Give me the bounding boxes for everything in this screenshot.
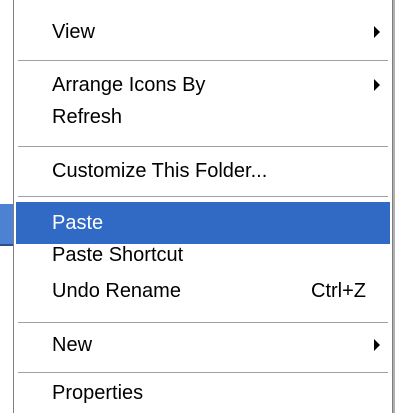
background-selected-item [0,204,14,244]
menu-item-label: Undo Rename [52,280,181,302]
menu-item-undo-rename[interactable]: Undo Rename Ctrl+Z [16,270,390,312]
menu-item-label: Refresh [52,106,123,128]
context-menu: View Arrange Icons By Refresh Customize … [13,0,393,413]
submenu-arrow-icon [374,339,380,351]
menu-item-shortcut: Ctrl+Z [311,280,366,302]
menu-item-label: New [52,334,93,356]
menu-item-label: View [52,21,95,43]
submenu-arrow-icon [374,79,380,91]
menu-separator [18,146,388,147]
menu-item-label: Customize This Folder... [52,160,268,182]
menu-separator [18,322,388,323]
menu-separator [18,196,388,197]
menu-item-refresh[interactable]: Refresh [16,96,390,138]
background-item-edge [0,244,14,246]
menu-item-customize-this-folder[interactable]: Customize This Folder... [16,150,390,192]
menu-item-label: Properties [52,382,144,404]
menu-item-properties[interactable]: Properties [16,372,390,413]
menu-item-new[interactable]: New [16,324,390,366]
menu-separator [18,60,388,61]
submenu-arrow-icon [374,26,380,38]
menu-item-view[interactable]: View [16,11,390,53]
